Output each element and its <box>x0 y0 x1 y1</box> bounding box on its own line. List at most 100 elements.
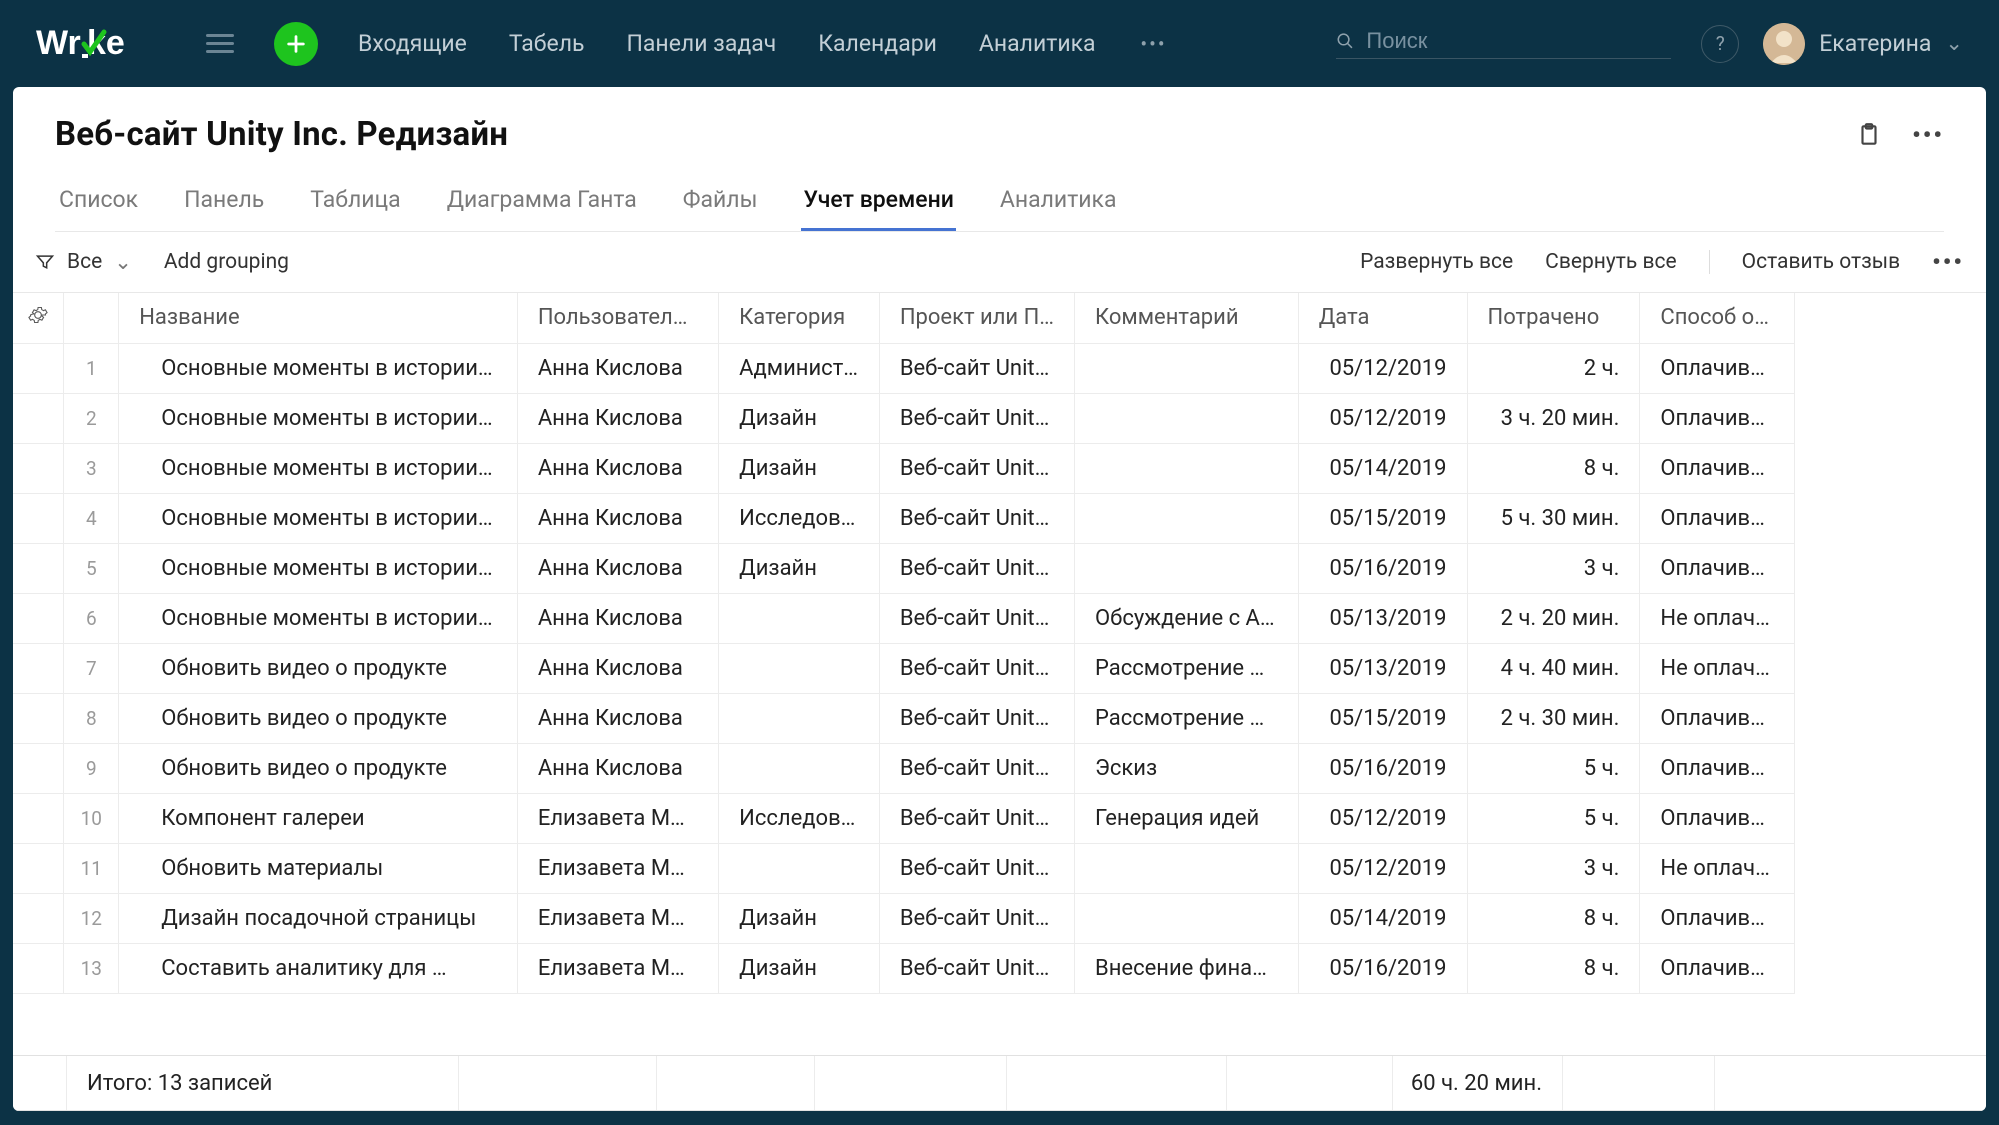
cell-payment[interactable]: Оплачива… <box>1640 693 1795 743</box>
cell-category[interactable]: Дизайн <box>719 893 880 943</box>
cell-comment[interactable] <box>1075 893 1299 943</box>
cell-category[interactable] <box>719 593 880 643</box>
table-row[interactable]: 12Дизайн посадочной страницыЕлизавета М…… <box>13 893 1795 943</box>
cell-name[interactable]: Основные моменты в истории… <box>119 543 518 593</box>
table-row[interactable]: 5Основные моменты в истории…Анна Кислова… <box>13 543 1795 593</box>
cell-comment[interactable]: Рассмотрение ма… <box>1075 693 1299 743</box>
cell-name[interactable]: Обновить видео о продукте <box>119 643 518 693</box>
cell-user[interactable]: Елизавета М… <box>517 793 718 843</box>
cell-name[interactable]: Обновить видео о продукте <box>119 693 518 743</box>
nav-analytics[interactable]: Аналитика <box>979 30 1096 57</box>
cell-project[interactable]: Веб-сайт Unit… <box>879 343 1074 393</box>
cell-name[interactable]: Основные моменты в истории… <box>119 393 518 443</box>
cell-name[interactable]: Основные моменты в истории… <box>119 593 518 643</box>
cell-spent[interactable]: 8 ч. <box>1467 893 1640 943</box>
cell-payment[interactable]: Оплачива… <box>1640 493 1795 543</box>
clipboard-icon[interactable] <box>1856 122 1882 148</box>
cell-payment[interactable]: Не оплачи… <box>1640 643 1795 693</box>
cell-category[interactable]: Дизайн <box>719 393 880 443</box>
cell-user[interactable]: Анна Кислова <box>517 593 718 643</box>
tab-1[interactable]: Панель <box>182 174 266 231</box>
cell-comment[interactable]: Эскиз <box>1075 743 1299 793</box>
cell-spent[interactable]: 2 ч. 20 мин. <box>1467 593 1640 643</box>
cell-comment[interactable] <box>1075 393 1299 443</box>
help-button[interactable]: ? <box>1701 25 1739 63</box>
filter-dropdown[interactable]: Все ⌄ <box>35 250 132 275</box>
panel-more-icon[interactable]: ••• <box>1912 121 1944 149</box>
cell-project[interactable]: Веб-сайт Unit… <box>879 693 1074 743</box>
cell-comment[interactable] <box>1075 843 1299 893</box>
nav-calendars[interactable]: Календари <box>818 30 937 57</box>
cell-spent[interactable]: 5 ч. <box>1467 793 1640 843</box>
cell-spent[interactable]: 4 ч. 40 мин. <box>1467 643 1640 693</box>
cell-name[interactable]: Основные моменты в истории… <box>119 493 518 543</box>
cell-project[interactable]: Веб-сайт Unit… <box>879 943 1074 993</box>
cell-user[interactable]: Анна Кислова <box>517 543 718 593</box>
user-menu[interactable]: Екатерина ⌄ <box>1763 23 1963 65</box>
nav-timesheet[interactable]: Табель <box>509 30 585 57</box>
cell-payment[interactable]: Не оплачи… <box>1640 593 1795 643</box>
cell-spent[interactable]: 5 ч. <box>1467 743 1640 793</box>
tab-4[interactable]: Файлы <box>681 174 760 231</box>
nav-inbox[interactable]: Входящие <box>358 30 467 57</box>
cell-category[interactable]: Дизайн <box>719 943 880 993</box>
cell-category[interactable] <box>719 743 880 793</box>
cell-comment[interactable]: Генерация идей <box>1075 793 1299 843</box>
cell-user[interactable]: Анна Кислова <box>517 493 718 543</box>
cell-comment[interactable]: Рассмотрение ма… <box>1075 643 1299 693</box>
cell-project[interactable]: Веб-сайт Unit… <box>879 793 1074 843</box>
cell-comment[interactable]: Внесение финал… <box>1075 943 1299 993</box>
cell-user[interactable]: Анна Кислова <box>517 643 718 693</box>
cell-category[interactable]: Исследов… <box>719 493 880 543</box>
add-button[interactable] <box>274 22 318 66</box>
cell-payment[interactable]: Оплачива… <box>1640 793 1795 843</box>
cell-spent[interactable]: 8 ч. <box>1467 943 1640 993</box>
cell-date[interactable]: 05/12/2019 <box>1298 343 1467 393</box>
table-row[interactable]: 11Обновить материалыЕлизавета М…Веб-сайт… <box>13 843 1795 893</box>
cell-payment[interactable]: Не оплачи… <box>1640 843 1795 893</box>
cell-user[interactable]: Елизавета М… <box>517 943 718 993</box>
cell-name[interactable]: Обновить видео о продукте <box>119 743 518 793</box>
col-spent-header[interactable]: Потрачено <box>1467 293 1640 343</box>
cell-spent[interactable]: 5 ч. 30 мин. <box>1467 493 1640 543</box>
cell-project[interactable]: Веб-сайт Unit… <box>879 443 1074 493</box>
cell-name[interactable]: Дизайн посадочной страницы <box>119 893 518 943</box>
cell-payment[interactable]: Оплачива… <box>1640 543 1795 593</box>
cell-category[interactable] <box>719 693 880 743</box>
cell-payment[interactable]: Оплачива… <box>1640 943 1795 993</box>
cell-payment[interactable]: Оплачива… <box>1640 893 1795 943</box>
tab-5[interactable]: Учет времени <box>801 174 955 231</box>
table-row[interactable]: 8Обновить видео о продуктеАнна КисловаВе… <box>13 693 1795 743</box>
cell-project[interactable]: Веб-сайт Unit… <box>879 493 1074 543</box>
logo[interactable]: Wrke <box>36 24 186 64</box>
cell-date[interactable]: 05/16/2019 <box>1298 543 1467 593</box>
tab-0[interactable]: Список <box>57 174 140 231</box>
feedback-button[interactable]: Оставить отзыв <box>1742 250 1900 274</box>
cell-project[interactable]: Веб-сайт Unit… <box>879 743 1074 793</box>
table-row[interactable]: 3Основные моменты в истории…Анна Кислова… <box>13 443 1795 493</box>
cell-date[interactable]: 05/14/2019 <box>1298 443 1467 493</box>
col-date-header[interactable]: Дата <box>1298 293 1467 343</box>
cell-name[interactable]: Основные моменты в истории… <box>119 343 518 393</box>
cell-spent[interactable]: 2 ч. 30 мин. <box>1467 693 1640 743</box>
toolbar-more-icon[interactable]: ••• <box>1932 248 1964 276</box>
cell-user[interactable]: Анна Кислова <box>517 693 718 743</box>
col-name-header[interactable]: Название <box>119 293 518 343</box>
cell-category[interactable]: Админист… <box>719 343 880 393</box>
cell-category[interactable] <box>719 843 880 893</box>
cell-user[interactable]: Анна Кислова <box>517 443 718 493</box>
cell-date[interactable]: 05/13/2019 <box>1298 593 1467 643</box>
cell-payment[interactable]: Оплачива… <box>1640 393 1795 443</box>
cell-category[interactable] <box>719 643 880 693</box>
cell-category[interactable]: Дизайн <box>719 443 880 493</box>
cell-payment[interactable]: Оплачива… <box>1640 443 1795 493</box>
cell-comment[interactable]: Обсуждение с Ана… <box>1075 593 1299 643</box>
cell-comment[interactable] <box>1075 343 1299 393</box>
tab-6[interactable]: Аналитика <box>998 174 1119 231</box>
cell-user[interactable]: Анна Кислова <box>517 343 718 393</box>
cell-date[interactable]: 05/12/2019 <box>1298 843 1467 893</box>
cell-spent[interactable]: 3 ч. <box>1467 543 1640 593</box>
table-row[interactable]: 1Основные моменты в истории…Анна Кислова… <box>13 343 1795 393</box>
cell-date[interactable]: 05/12/2019 <box>1298 793 1467 843</box>
collapse-all-button[interactable]: Свернуть все <box>1545 250 1677 274</box>
